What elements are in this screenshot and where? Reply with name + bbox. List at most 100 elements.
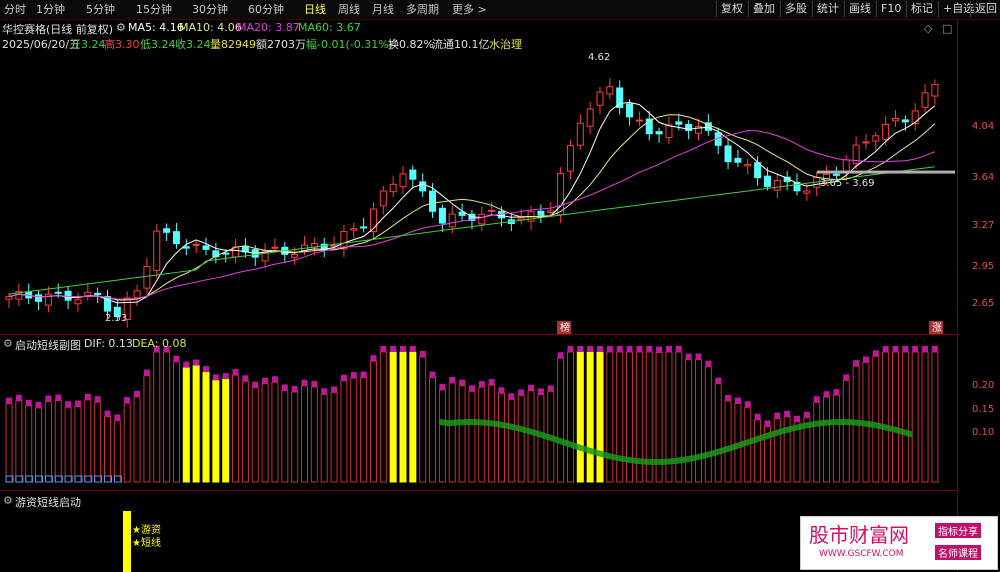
- candle-body: [163, 228, 171, 233]
- indicator-bar: [468, 390, 476, 483]
- indicator-cap: [557, 352, 564, 359]
- indicator-cap: [813, 396, 820, 403]
- indicator-bar: [163, 351, 171, 483]
- indicator-cap: [331, 386, 338, 393]
- indicator2-title[interactable]: 游资短线启动: [15, 494, 81, 510]
- indicator-cap: [695, 353, 702, 360]
- indicator-bar: [685, 359, 693, 483]
- indicator-cap: [232, 369, 239, 376]
- indicator-bar: [5, 403, 13, 483]
- indicator-cap: [45, 395, 52, 402]
- indicator-bar: [369, 360, 377, 483]
- indicator-bar: [695, 359, 702, 483]
- indicator-bar: [301, 385, 308, 483]
- back-button[interactable]: 返回: [970, 1, 1000, 17]
- indicator-cap: [242, 375, 249, 382]
- indicator-cap: [124, 397, 131, 404]
- indicator-cap: [616, 346, 623, 352]
- indicator1-settings-icon[interactable]: ⚙: [3, 337, 13, 350]
- candle-body: [882, 123, 890, 140]
- indicator-cap: [143, 369, 150, 376]
- candle-body: [133, 290, 141, 299]
- indicator-bar: [74, 406, 82, 483]
- indicator-bar: [724, 400, 732, 483]
- indicator-bar: [507, 398, 515, 483]
- indicator-cap: [203, 366, 209, 373]
- indicator-bar: [64, 406, 72, 483]
- candle-body: [35, 294, 43, 302]
- indicator1-title[interactable]: 启动短线副图: [15, 337, 81, 353]
- indicator-cap: [301, 379, 308, 386]
- indicator-cap: [429, 371, 436, 378]
- indicator-bar: [133, 396, 141, 483]
- indicator-cap: [715, 377, 722, 384]
- indicator-bar: [892, 351, 899, 483]
- indicator-bar: [754, 419, 762, 483]
- indicator-bar: [360, 377, 368, 483]
- indicator-bar: [379, 351, 387, 483]
- candle-body: [862, 141, 870, 144]
- indicator-cap: [665, 346, 672, 352]
- indicator-bar: [192, 365, 200, 483]
- indicator-bar: [84, 399, 92, 483]
- candle-body: [586, 108, 594, 127]
- indicator-cap: [656, 346, 663, 353]
- candle-body: [438, 207, 446, 224]
- candle-body: [429, 190, 437, 212]
- tag-share: 指标分享: [935, 523, 981, 538]
- indicator-cap: [744, 401, 751, 408]
- candle-body: [271, 246, 279, 249]
- price-axis-border: [957, 19, 958, 572]
- indicator2-settings-icon[interactable]: ⚙: [3, 494, 13, 507]
- indicator-cap: [321, 388, 328, 395]
- indicator-bar: [182, 367, 190, 483]
- candle-body: [74, 299, 82, 305]
- candle-body: [547, 210, 555, 213]
- indicator-bar: [842, 379, 850, 483]
- indicator-bar: [921, 351, 929, 483]
- indicator-cap: [212, 374, 219, 381]
- indicator-bar: [872, 355, 880, 483]
- indicator-bar: [823, 396, 831, 483]
- candle-body: [143, 266, 151, 289]
- price-label: 4.04: [972, 121, 995, 132]
- indicator-bar: [488, 384, 496, 483]
- indicator-cap: [449, 376, 456, 383]
- indicator-cap: [193, 359, 200, 366]
- indicator-label: 0.10: [972, 427, 995, 438]
- candle-body: [94, 292, 102, 296]
- kline-chart[interactable]: 4.62 2.53 3.65 - 3.69 榜 涨: [0, 0, 957, 572]
- candle-body: [202, 245, 210, 250]
- indicator-bar: [527, 390, 535, 483]
- indicator-bar: [911, 351, 919, 483]
- indicator-bar: [261, 383, 269, 483]
- candle-body: [448, 213, 456, 228]
- indicator-bar: [773, 418, 781, 483]
- indicator-bar: [882, 351, 890, 483]
- indicator-cap: [803, 411, 810, 418]
- tag-bang: 榜: [560, 321, 570, 334]
- candle-body: [665, 124, 673, 139]
- candle-body: [478, 213, 486, 225]
- indicator-cap: [784, 410, 791, 417]
- site-watermark-logo: 股市财富网 WWW.GSCFW.COM 指标分享 名师课程: [800, 516, 998, 570]
- indicator-cap: [104, 410, 111, 417]
- indicator-cap: [597, 346, 603, 352]
- indicator-cap: [606, 346, 613, 352]
- indicator-bar: [478, 386, 486, 483]
- indicator-cap: [734, 397, 741, 404]
- indicator-cap: [360, 371, 367, 378]
- indicator-bar: [340, 380, 348, 483]
- indicator-bar: [389, 351, 397, 483]
- indicator-cap: [912, 346, 919, 352]
- indicator-cap: [587, 346, 594, 352]
- price-label: 2.95: [972, 261, 995, 272]
- indicator-cap: [281, 384, 288, 391]
- indicator-bar: [123, 402, 131, 483]
- indicator-bar: [271, 381, 279, 483]
- indicator-cap: [547, 385, 554, 392]
- indicator-bar: [458, 385, 466, 483]
- candle-body: [566, 145, 574, 172]
- candle-body: [921, 92, 929, 108]
- indicator-cap: [468, 385, 475, 392]
